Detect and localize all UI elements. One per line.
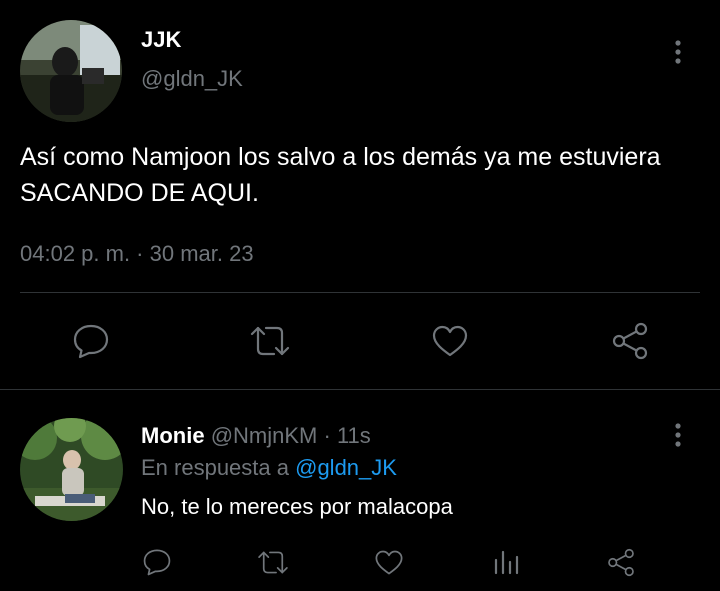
like-icon: [375, 550, 403, 574]
reply-reply-button[interactable]: [138, 543, 176, 581]
reply-more-options-button[interactable]: [668, 420, 688, 450]
reply-button[interactable]: [66, 318, 116, 364]
author-name[interactable]: JJK: [141, 27, 181, 53]
reply-context: En respuesta a @gldn_JK: [141, 455, 397, 481]
retweet-button[interactable]: [245, 318, 295, 364]
more-vertical-icon: [675, 40, 681, 64]
retweet-icon: [258, 551, 288, 573]
reply-icon: [143, 549, 171, 576]
reply-like-button[interactable]: [369, 543, 409, 581]
reply-author-name[interactable]: Monie: [141, 423, 205, 448]
reply-profile-photo: [20, 418, 123, 521]
share-icon: [612, 322, 648, 360]
share-icon: [608, 548, 634, 576]
reply-author-handle[interactable]: @NmjnKM: [211, 423, 318, 448]
views-icon: [494, 550, 519, 575]
separator-dot: ·: [323, 423, 331, 448]
tweet-timestamp[interactable]: 04:02 p. m. · 30 mar. 23: [20, 241, 254, 267]
reply-avatar[interactable]: [20, 418, 123, 521]
author-handle[interactable]: @gldn_JK: [141, 66, 243, 92]
more-options-button[interactable]: [668, 37, 688, 67]
like-button[interactable]: [425, 318, 475, 364]
reply-text: No, te lo mereces por malacopa: [141, 494, 453, 519]
tweet-text: Así como Namjoon los salvo a los demás y…: [20, 143, 661, 207]
reply-share-button[interactable]: [601, 543, 641, 581]
reply-to-link[interactable]: @gldn_JK: [295, 455, 397, 480]
reply-icon: [73, 324, 109, 359]
reply-views-button[interactable]: [486, 543, 526, 581]
share-button[interactable]: [605, 318, 655, 364]
avatar[interactable]: [20, 20, 122, 122]
divider: [20, 292, 700, 293]
section-divider: [0, 389, 720, 390]
more-vertical-icon: [675, 423, 681, 447]
reply-time[interactable]: 11s: [337, 423, 371, 448]
reply-context-label: En respuesta a: [141, 455, 289, 480]
reply-retweet-button[interactable]: [253, 543, 293, 581]
profile-photo: [20, 20, 122, 122]
retweet-icon: [250, 326, 290, 356]
reply-header: Monie @NmjnKM · 11s: [141, 423, 371, 449]
like-icon: [432, 325, 468, 357]
